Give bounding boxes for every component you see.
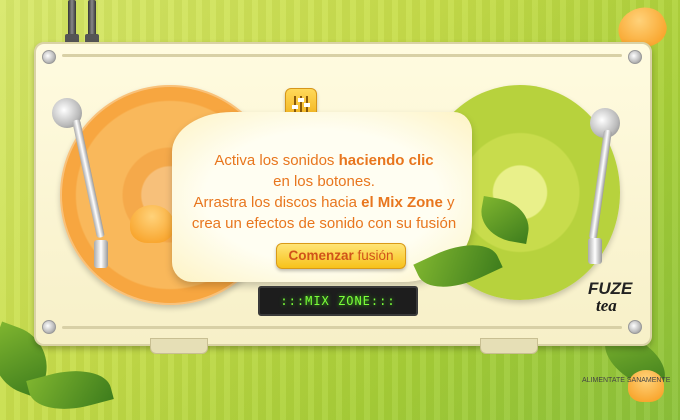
line3-post: y [442,194,455,211]
orange-slice-on-disc [130,205,174,243]
line4-text: crea un efectos de sonido con su fusión [191,215,457,232]
fuze-tea-logo: FUZE tea [588,280,640,320]
tonearm-head-right [588,238,602,264]
line3-text: Arrastra los discos hacia [193,194,362,211]
deck-groove [62,326,622,329]
equalizer-sliders-icon [292,96,310,112]
screw [42,320,56,334]
instructions-text: Activa los sonidos haciendo clic en los … [190,150,458,234]
line3-bold: el Mix Zone [361,194,443,211]
screw [628,50,642,64]
logo-tea: tea [596,296,617,315]
line1-bold: haciendo clic [338,152,434,169]
logo-fuze: FUZE [588,279,633,298]
line2-text: en los botones. [273,173,375,190]
start-button-bold: Comenzar [288,248,354,263]
tonearm-head-left [94,240,108,268]
screw [628,320,642,334]
deck-foot [150,338,208,354]
start-fusion-button[interactable]: Comenzar fusión [276,243,406,269]
orange-slice-decoration [628,370,664,402]
line1-text: Activa los sonidos [214,152,339,169]
screw [42,50,56,64]
mix-zone-display[interactable]: :::MIX ZONE::: [258,286,418,316]
slogan: ALIMENTATE SANAMENTE [582,377,671,384]
deck-groove [62,54,622,57]
deck-foot [480,338,538,354]
start-button-light: fusión [353,248,394,263]
